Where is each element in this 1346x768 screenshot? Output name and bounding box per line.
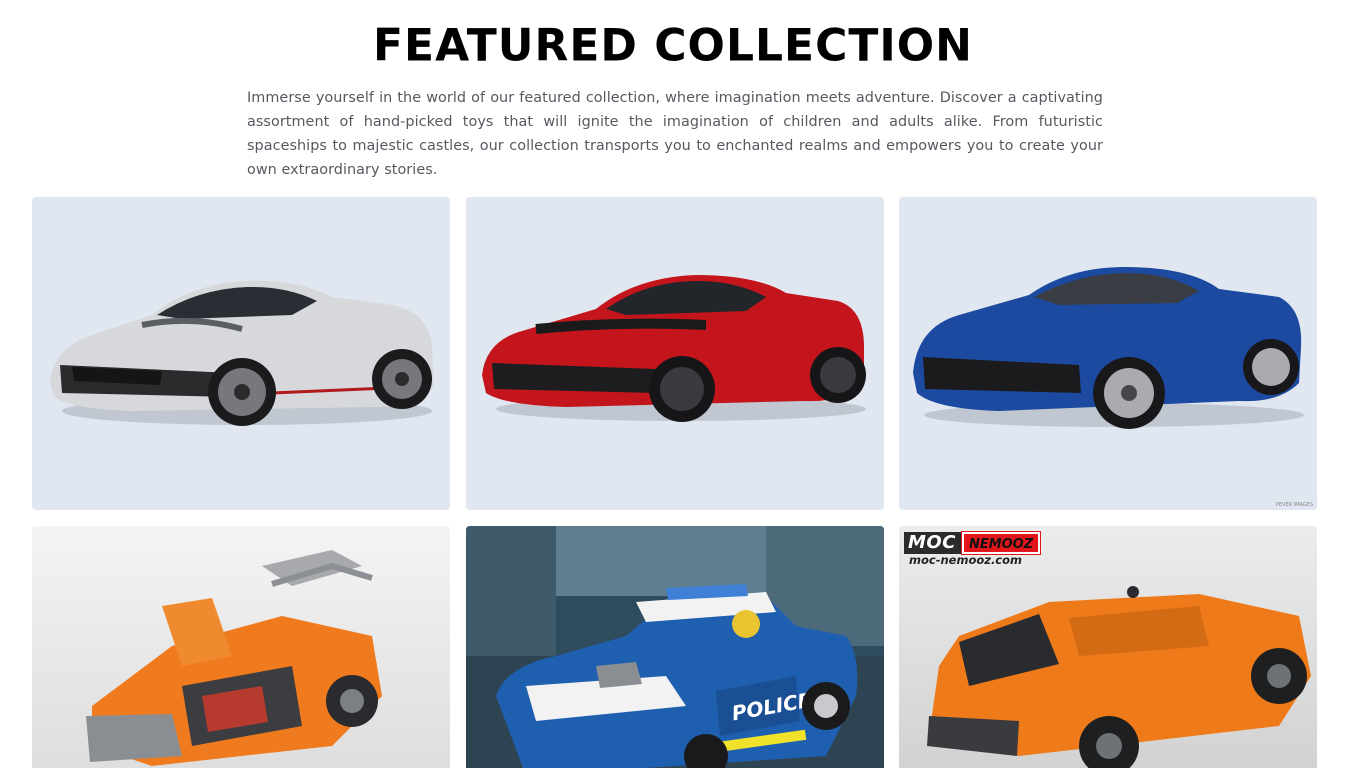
section-title: FEATURED COLLECTION <box>372 19 973 72</box>
orange-technic-offroad-image <box>32 526 450 768</box>
product-card-orange-offroad[interactable] <box>32 526 450 768</box>
product-card-police-car[interactable]: POLICE <box>466 526 884 768</box>
section-description: Immerse yourself in the world of our fea… <box>247 90 1103 178</box>
logo-moc-text: MOC <box>904 532 962 554</box>
logo-url-text: moc-nemooz.com <box>909 553 1023 567</box>
product-card-red-car[interactable] <box>466 197 884 510</box>
product-card-orange-pickup[interactable]: MOC NEMOOZ moc-nemooz.com <box>899 526 1317 768</box>
logo-nemooz-text: NEMOOZ <box>960 531 1042 555</box>
blue-sports-car-image <box>899 197 1317 510</box>
product-card-blue-car[interactable]: PEVER IMAGES <box>899 197 1317 510</box>
moc-nemooz-logo: MOC NEMOOZ <box>904 531 1042 555</box>
red-sports-car-image <box>466 197 884 510</box>
white-sports-car-image <box>32 197 450 510</box>
image-watermark: PEVER IMAGES <box>1275 502 1313 508</box>
product-card-white-car[interactable] <box>32 197 450 510</box>
police-car-set-image: POLICE <box>466 526 884 768</box>
